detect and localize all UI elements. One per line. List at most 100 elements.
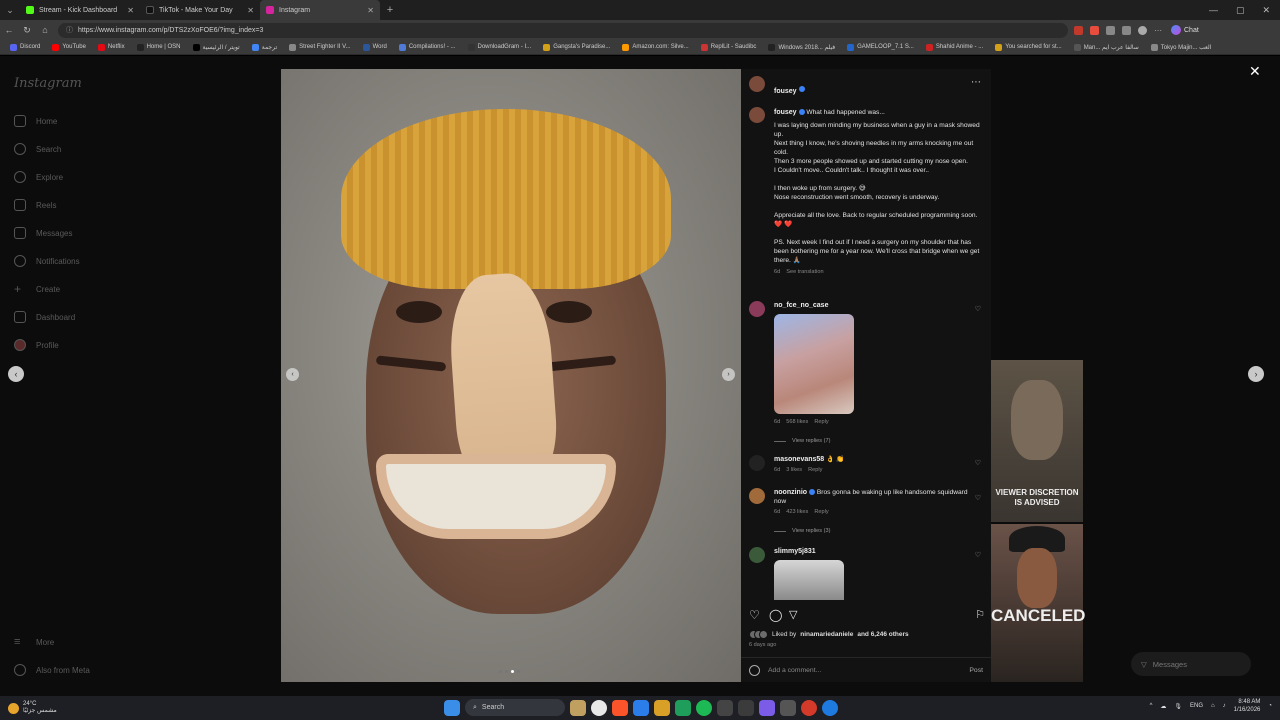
comment-like-heart-icon[interactable]: ♡ xyxy=(975,459,981,467)
widgets-icon[interactable] xyxy=(570,699,586,716)
browser-tab-tiktok[interactable]: TikTok - Make Your Day ✕ xyxy=(140,0,260,20)
bookmark-item[interactable]: ReplLit - Saudibc xyxy=(695,43,763,51)
sidebar-item-home[interactable]: Home xyxy=(14,115,57,127)
tab-close-icon[interactable]: ✕ xyxy=(127,6,134,15)
weather-widget[interactable]: 24°C مشمس جزئيًا xyxy=(0,701,57,715)
bookmark-item[interactable]: Netflix xyxy=(92,43,131,51)
file-explorer-icon[interactable] xyxy=(654,699,670,716)
post-media-image[interactable] xyxy=(281,69,741,682)
view-replies-button[interactable]: View replies (3) xyxy=(774,527,969,536)
bookmark-item[interactable]: Word xyxy=(357,43,393,51)
post-comment-button[interactable]: Post xyxy=(969,667,983,674)
copilot-icon[interactable] xyxy=(633,699,649,716)
sidebar-item-profile[interactable]: Profile xyxy=(14,339,59,351)
bookmark-item[interactable]: Amazon.com: Silve... xyxy=(616,43,694,51)
like-heart-icon[interactable]: ♡ xyxy=(749,608,760,622)
liked-by-username[interactable]: ninamariedaniele xyxy=(800,631,853,638)
extension-icon[interactable] xyxy=(1090,25,1099,35)
bookmark-item[interactable]: Street Fighter II V... xyxy=(283,43,356,51)
bookmark-item[interactable]: GAMELOOP_7.1 S... xyxy=(841,43,920,51)
next-post-arrow-icon[interactable]: › xyxy=(1248,366,1264,382)
app-icon[interactable] xyxy=(738,699,754,716)
bookmark-item[interactable]: Man... سالفا عرب ايم xyxy=(1068,43,1145,51)
language-indicator[interactable]: ENG xyxy=(1190,703,1203,709)
tab-close-icon[interactable]: ✕ xyxy=(247,6,254,15)
carousel-prev-arrow-icon[interactable]: ‹ xyxy=(286,368,299,381)
commenter-username[interactable]: noonzinio xyxy=(774,489,807,496)
extension-icon[interactable] xyxy=(1122,25,1131,35)
save-bookmark-icon[interactable]: ⚐ xyxy=(975,608,985,621)
bookmark-item[interactable]: DownloadGram - I... xyxy=(462,43,538,51)
carousel-next-arrow-icon[interactable]: › xyxy=(722,368,735,381)
commenter-avatar[interactable] xyxy=(749,455,765,471)
windows-start-icon[interactable] xyxy=(444,699,460,716)
browser-tab-instagram[interactable]: Instagram ✕ xyxy=(260,0,380,20)
sidebar-item-more[interactable]: ≡ More xyxy=(14,636,54,648)
bookmark-item[interactable]: YouTube xyxy=(46,43,92,51)
caption-username[interactable]: fousey xyxy=(774,109,797,116)
comment-like-heart-icon[interactable]: ♡ xyxy=(975,551,981,559)
messages-floating-button[interactable]: ▽ Messages xyxy=(1131,652,1251,676)
commenter-avatar[interactable] xyxy=(749,488,765,504)
bookmark-item[interactable]: ترجمة xyxy=(246,43,283,51)
back-arrow-icon[interactable]: ← xyxy=(0,25,18,35)
site-info-icon[interactable]: ⓘ xyxy=(66,25,73,35)
bookmark-item[interactable]: Tokyo Majin... العب xyxy=(1145,43,1218,51)
commenter-username[interactable]: masonevans58 xyxy=(774,456,824,463)
reply-button[interactable]: Reply xyxy=(814,419,828,425)
mic-icon[interactable]: 🎙 xyxy=(1174,703,1182,710)
volume-icon[interactable]: ♪ xyxy=(1223,703,1226,709)
reply-button[interactable]: Reply xyxy=(808,467,822,473)
profile-avatar-icon[interactable] xyxy=(1138,25,1147,35)
spotify-icon[interactable] xyxy=(696,699,712,716)
bookmark-item[interactable]: Home | OSN xyxy=(131,43,187,51)
view-replies-button[interactable]: View replies (7) xyxy=(774,437,989,446)
chrome-icon[interactable] xyxy=(591,699,607,716)
instagram-logo[interactable]: Instagram xyxy=(14,76,82,91)
network-icon[interactable]: ⌂ xyxy=(1211,703,1215,709)
bookmark-item[interactable]: Windows 2018... فيلم xyxy=(762,43,841,51)
reload-icon[interactable]: ↻ xyxy=(18,25,36,36)
sidebar-item-search[interactable]: Search xyxy=(14,143,61,155)
comment-gif-image[interactable] xyxy=(774,314,854,414)
sidebar-item-dashboard[interactable]: Dashboard xyxy=(14,311,75,323)
bookmark-item[interactable]: Compilations! - ... xyxy=(393,43,462,51)
comment-likes[interactable]: 568 likes xyxy=(786,419,808,425)
extension-icon[interactable] xyxy=(1106,25,1115,35)
new-tab-plus-icon[interactable]: + xyxy=(380,4,400,16)
add-comment-input[interactable]: Add a comment... xyxy=(768,667,821,674)
more-menu-icon[interactable]: ⋯ xyxy=(1154,26,1163,35)
bookmark-item[interactable]: Gangsta's Paradise... xyxy=(537,43,616,51)
comment-likes[interactable]: 3 likes xyxy=(786,467,802,473)
see-translation-link[interactable]: See translation xyxy=(786,269,823,275)
liked-by-count[interactable]: and 6,246 others xyxy=(857,631,908,638)
bookmark-item[interactable]: Shahid Anime - ... xyxy=(920,43,989,51)
tab-list-chevron-icon[interactable]: ⌄ xyxy=(0,0,20,20)
bookmark-item[interactable]: تويتر / الرئيسية xyxy=(187,43,246,51)
sidebar-item-create[interactable]: + Create xyxy=(14,283,60,295)
app-icon[interactable] xyxy=(780,699,796,716)
sidebar-item-explore[interactable]: Explore xyxy=(14,171,63,183)
notification-bell-icon[interactable]: ◔ xyxy=(1268,703,1272,709)
edge-icon[interactable] xyxy=(822,699,838,716)
commenter-avatar[interactable] xyxy=(749,547,765,563)
sidebar-item-reels[interactable]: Reels xyxy=(14,199,56,211)
close-modal-icon[interactable]: ✕ xyxy=(1249,63,1261,80)
reply-button[interactable]: Reply xyxy=(814,509,828,515)
bookmark-item[interactable]: Discord xyxy=(4,43,46,51)
share-send-icon[interactable]: ▽ xyxy=(789,608,797,621)
next-post-card[interactable]: CANCELED xyxy=(991,524,1085,682)
copilot-chat-button[interactable]: Chat xyxy=(1171,25,1199,35)
more-options-icon[interactable]: ⋯ xyxy=(971,77,981,88)
bookmark-item[interactable]: You searched for st... xyxy=(989,43,1067,51)
author-username[interactable]: fousey xyxy=(774,88,797,95)
comment-likes[interactable]: 423 likes xyxy=(786,509,808,515)
clock[interactable]: 8:48 AM 1/16/2026 xyxy=(1234,698,1261,714)
app-icon[interactable] xyxy=(759,699,775,716)
browser-tab-kick[interactable]: Stream - Kick Dashboard ✕ xyxy=(20,0,140,20)
author-avatar[interactable] xyxy=(749,76,765,92)
steam-icon[interactable] xyxy=(717,699,733,716)
comment-like-heart-icon[interactable]: ♡ xyxy=(975,305,981,313)
window-close-icon[interactable]: ✕ xyxy=(1262,5,1270,16)
caption-author-avatar[interactable] xyxy=(749,107,765,123)
